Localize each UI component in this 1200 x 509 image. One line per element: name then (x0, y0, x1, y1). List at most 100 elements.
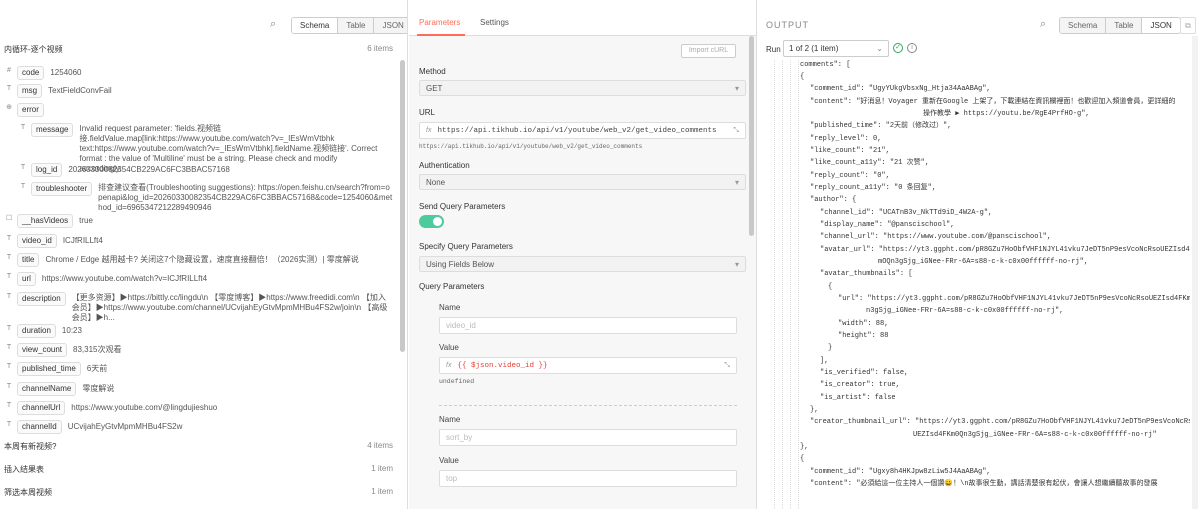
search-icon[interactable]: ⌕ (1040, 18, 1046, 31)
json-line: "reply_level": 0, (810, 135, 882, 143)
field-key[interactable]: channelId (17, 420, 62, 434)
scrollbar[interactable] (749, 36, 754, 236)
method-select[interactable]: GET ▾ (419, 80, 746, 96)
field-row: Ttroubleshooter 排查建议查看(Troubleshooting su… (18, 182, 394, 213)
field-key[interactable]: description (17, 292, 66, 306)
indent-guide (774, 60, 775, 509)
field-value: 【更多资源】▶https://bittly.cc/lingdu\n 【零度博客】… (71, 293, 388, 322)
field-key[interactable]: code (17, 66, 45, 80)
json-line: 操作教學 ▶ https://youtu.be/RgE4PrfHO-g", (923, 110, 1090, 118)
text-type-icon: T (6, 325, 12, 332)
tab-parameters[interactable]: Parameters (419, 18, 460, 27)
field-key[interactable]: troubleshooter (31, 182, 93, 196)
group-header[interactable]: 筛选本周视频 1 item (4, 487, 393, 498)
output-title: OUTPUT (766, 20, 809, 30)
tab-schema[interactable]: Schema (292, 18, 338, 33)
tab-settings[interactable]: Settings (480, 18, 509, 27)
tab-json[interactable]: JSON (1141, 18, 1180, 33)
field-value: true (79, 216, 93, 225)
tab-json[interactable]: JSON (373, 18, 407, 33)
search-icon[interactable]: ⌕ (270, 18, 276, 31)
field-key[interactable]: msg (17, 84, 43, 98)
url-input[interactable]: fx https://api.tikhub.io/api/v1/youtube/w… (419, 122, 746, 139)
field-key[interactable]: __hasVideos (17, 214, 74, 228)
send-query-label: Send Query Parameters (419, 202, 506, 211)
group-header[interactable]: 插入结果表 1 item (4, 464, 393, 475)
text-type-icon: T (6, 383, 12, 390)
field-value: 零度解说 (82, 384, 115, 393)
scrollbar-track[interactable] (1192, 36, 1198, 509)
param-name-placeholder: video_id (446, 321, 476, 330)
group-header[interactable]: 内循环-逐个视频 6 items (4, 44, 393, 55)
indent-guide (782, 60, 783, 509)
param-value-input[interactable]: fx {{ $json.video_id }} ⤡ (439, 357, 737, 374)
output-panel: OUTPUT ⌕ Schema Table JSON ⧉ Run 1 of 2 … (758, 0, 1200, 509)
field-key[interactable]: published_time (17, 362, 81, 376)
json-line: UEZIsd4FKm0Qn3gSjg_iGNee-FRr-6A=s88-c-k-… (913, 431, 1157, 439)
json-line: "channel_url": "https://www.youtube.com/… (820, 233, 1052, 241)
chevron-down-icon: ▾ (734, 83, 739, 93)
param-name-input[interactable]: sort_by (439, 429, 737, 446)
field-row: ☐ __hasVideos true (4, 214, 93, 228)
item-count: 4 items (367, 441, 393, 450)
text-type-icon: T (20, 124, 26, 131)
field-key[interactable]: channelName (17, 382, 77, 396)
param-name-placeholder: sort_by (446, 433, 473, 442)
field-row: # code 1254060 (4, 66, 82, 80)
param-value-input[interactable]: top (439, 470, 737, 487)
field-row: TchannelUrl https://www.youtube.com/@ling… (4, 401, 217, 415)
field-value: ICJfRILLft4 (62, 236, 103, 245)
param-name-input[interactable]: video_id (439, 317, 737, 334)
scrollbar[interactable] (400, 60, 405, 352)
object-type-icon: ⊕ (6, 104, 12, 111)
active-tab-indicator (417, 34, 465, 36)
param-divider (439, 405, 737, 406)
copy-button[interactable]: ⧉ (1180, 17, 1196, 34)
import-curl-button[interactable]: Import cURL (681, 44, 736, 58)
field-key[interactable]: view_count (17, 343, 68, 357)
authentication-select[interactable]: None ▾ (419, 174, 746, 190)
json-line: }, (810, 406, 819, 414)
field-key[interactable]: log_id (31, 163, 63, 177)
param-value-placeholder: top (446, 474, 458, 483)
tab-table[interactable]: Table (1105, 18, 1142, 33)
expand-icon[interactable]: ⤡ (733, 127, 739, 135)
param-name-label: Name (439, 303, 461, 312)
method-label: Method (419, 67, 446, 76)
field-key[interactable]: message (31, 123, 74, 137)
group-title: 插入结果表 (4, 465, 44, 474)
field-key[interactable]: duration (17, 324, 56, 338)
field-key[interactable]: video_id (17, 234, 57, 248)
field-key[interactable]: error (17, 103, 44, 117)
url-preview: https://api.tikhub.io/api/v1/youtube/web… (419, 143, 643, 150)
success-check-icon: ✓ (893, 43, 903, 53)
send-query-toggle[interactable] (419, 215, 444, 228)
text-type-icon: T (6, 421, 12, 428)
tab-schema[interactable]: Schema (1060, 18, 1106, 33)
field-row: Tview_count 83,315次观看 (4, 343, 122, 357)
field-value: https://www.youtube.com/@lingdujieshuo (71, 403, 218, 412)
param-value-label: Value (439, 343, 459, 352)
field-value: Chrome / Edge 越用越卡? 关闭这7个隐藏设置，速度直接翻倍！（20… (45, 255, 359, 264)
json-line: "content": "必須給這一位主持人一個讚😀！\n故事很生動，講話清楚很有… (810, 480, 1158, 488)
field-value: UCvijahEyGtvMpmMHBu4FS2w (67, 422, 183, 431)
indent-guide (798, 60, 799, 509)
json-line: "reply_count": "0", (810, 172, 890, 180)
expand-icon[interactable]: ⤡ (724, 362, 730, 370)
specify-query-select[interactable]: Using Fields Below ▾ (419, 256, 746, 272)
group-title: 本周有新视频? (4, 442, 57, 451)
text-type-icon: T (6, 254, 12, 261)
run-select[interactable]: 1 of 2 (1 item) ⌄ (783, 40, 889, 57)
text-type-icon: T (6, 363, 12, 370)
boolean-type-icon: ☐ (5, 215, 13, 222)
field-key[interactable]: title (17, 253, 40, 267)
text-type-icon: T (20, 164, 26, 171)
info-icon[interactable]: i (907, 43, 917, 53)
json-line: { (828, 283, 833, 291)
json-line: ], (820, 357, 829, 365)
field-key[interactable]: channelUrl (17, 401, 66, 415)
group-header[interactable]: 本周有新视频? 4 items (4, 441, 393, 452)
tab-table[interactable]: Table (337, 18, 374, 33)
field-key[interactable]: url (17, 272, 36, 286)
method-value: GET (426, 83, 443, 93)
